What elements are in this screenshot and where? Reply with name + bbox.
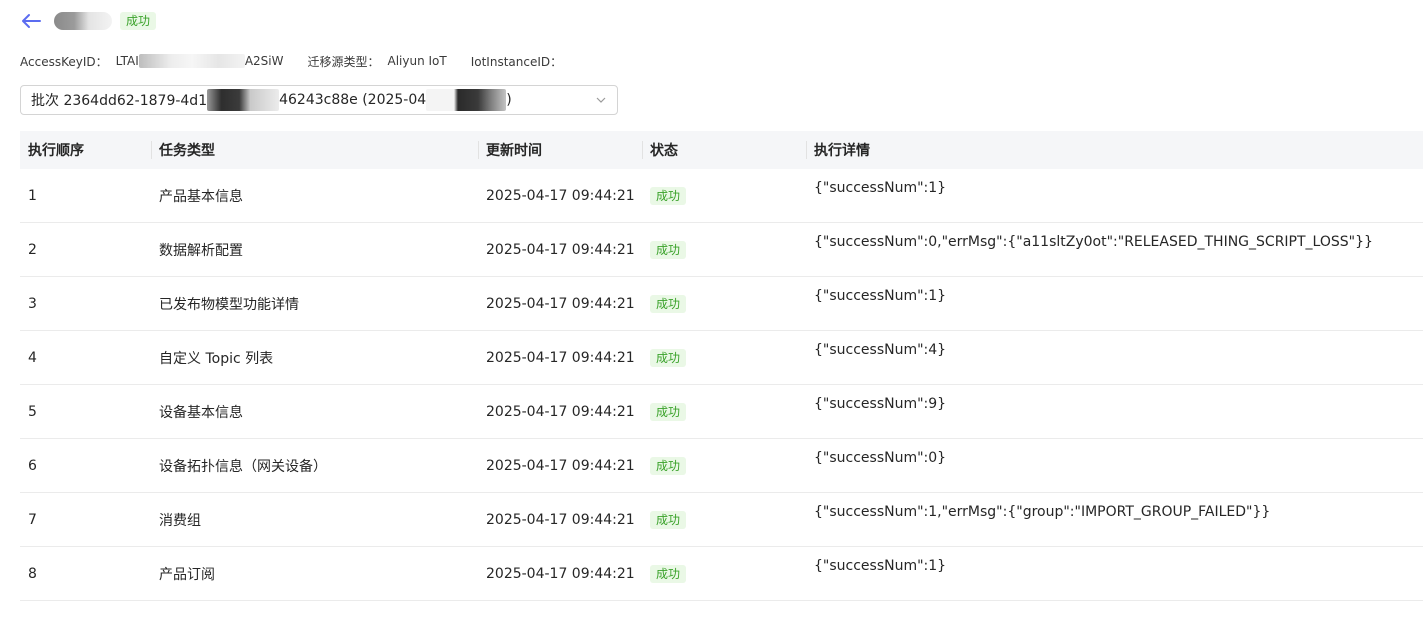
cell-order: 4: [28, 349, 37, 366]
cell-detail: {"successNum":1}: [814, 558, 947, 574]
cell-task-type: 设备基本信息: [159, 404, 243, 421]
status-badge: 成功: [650, 510, 687, 529]
cell-task-type: 数据解析配置: [159, 242, 243, 259]
cell-order: 1: [28, 187, 37, 204]
cell-update-time: 2025-04-17 09:44:21: [486, 349, 635, 366]
cell-status: 成功: [642, 439, 806, 492]
cell-detail: {"successNum":9}: [814, 396, 947, 412]
redacted-page-title: [54, 12, 112, 30]
table-row: 5 设备基本信息 2025-04-17 09:44:21 成功 {"succes…: [20, 385, 1423, 439]
status-badge: 成功: [650, 456, 687, 475]
access-key-value: LTAI A2SiW: [115, 53, 284, 69]
cell-status: 成功: [642, 169, 806, 222]
table-row: 2 数据解析配置 2025-04-17 09:44:21 成功 {"succes…: [20, 223, 1423, 277]
cell-update-time: 2025-04-17 09:44:21: [486, 187, 635, 204]
cell-update-time: 2025-04-17 09:44:21: [486, 457, 635, 474]
cell-task-type: 消费组: [159, 512, 201, 529]
cell-detail: {"successNum":4}: [814, 342, 947, 358]
chevron-down-icon: [596, 97, 606, 103]
page-header: 成功: [20, 8, 157, 34]
batch-select-middle: 46243c88e (2025-04: [279, 92, 427, 108]
cell-status: 成功: [642, 277, 806, 330]
status-badge: 成功: [650, 564, 687, 583]
cell-detail: {"successNum":0,"errMsg":{"a11sltZy0ot":…: [814, 234, 1373, 250]
cell-status: 成功: [642, 223, 806, 276]
cell-status: 成功: [642, 385, 806, 438]
batch-select-prefix: 批次 2364dd62-1879-4d1: [31, 93, 208, 109]
status-badge: 成功: [650, 186, 687, 205]
cell-task-type: 产品订阅: [159, 566, 215, 583]
cell-order: 8: [28, 565, 37, 582]
redacted-batch-time: [426, 89, 507, 111]
cell-update-time: 2025-04-17 09:44:21: [486, 565, 635, 582]
cell-order: 2: [28, 241, 37, 258]
cell-task-type: 已发布物模型功能详情: [159, 296, 299, 313]
cell-detail: {"successNum":1}: [814, 180, 947, 196]
cell-order: 7: [28, 511, 37, 528]
cell-detail: {"successNum":1,"errMsg":{"group":"IMPOR…: [814, 504, 1271, 520]
column-header-detail: 执行详情: [806, 131, 1423, 169]
table-row: 3 已发布物模型功能详情 2025-04-17 09:44:21 成功 {"su…: [20, 277, 1423, 331]
iot-instance-label: IotInstanceID：: [470, 54, 563, 69]
cell-detail: {"successNum":1}: [814, 288, 947, 304]
cell-status: 成功: [642, 331, 806, 384]
cell-update-time: 2025-04-17 09:44:21: [486, 295, 635, 312]
table-body: 1 产品基本信息 2025-04-17 09:44:21 成功 {"succes…: [20, 169, 1423, 601]
status-badge: 成功: [650, 294, 687, 313]
source-type-value: Aliyun IoT: [387, 54, 447, 68]
migration-task-table: 执行顺序 任务类型 更新时间 状态 执行详情 1 产品基本信息 2025-04-…: [20, 131, 1423, 601]
cell-update-time: 2025-04-17 09:44:21: [486, 511, 635, 528]
status-badge: 成功: [650, 348, 687, 367]
status-badge: 成功: [650, 240, 687, 259]
cell-status: 成功: [642, 493, 806, 546]
column-header-status: 状态: [642, 131, 806, 169]
table-row: 7 消费组 2025-04-17 09:44:21 成功 {"successNu…: [20, 493, 1423, 547]
cell-detail: {"successNum":0}: [814, 450, 947, 466]
cell-update-time: 2025-04-17 09:44:21: [486, 403, 635, 420]
column-header-order: 执行顺序: [28, 143, 84, 159]
cell-order: 3: [28, 295, 37, 312]
cell-task-type: 设备拓扑信息（网关设备）: [159, 458, 327, 475]
redacted-batch-id: [207, 89, 280, 111]
column-header-task-type: 任务类型: [151, 131, 478, 169]
batch-select-suffix: ): [506, 92, 512, 108]
access-key-label: AccessKeyID：: [20, 54, 108, 69]
cell-status: 成功: [642, 547, 806, 600]
column-header-update-time: 更新时间: [478, 131, 642, 169]
status-badge: 成功: [650, 402, 687, 421]
source-type-label: 迁移源类型：: [307, 54, 380, 69]
redacted-access-key: [138, 54, 245, 69]
cell-task-type: 自定义 Topic 列表: [159, 350, 274, 367]
table-header: 执行顺序 任务类型 更新时间 状态 执行详情: [20, 131, 1423, 169]
table-row: 8 产品订阅 2025-04-17 09:44:21 成功 {"successN…: [20, 547, 1423, 601]
table-row: 4 自定义 Topic 列表 2025-04-17 09:44:21 成功 {"…: [20, 331, 1423, 385]
batch-select[interactable]: 批次 2364dd62-1879-4d1 46243c88e (2025-04 …: [20, 85, 618, 115]
table-row: 6 设备拓扑信息（网关设备） 2025-04-17 09:44:21 成功 {"…: [20, 439, 1423, 493]
cell-update-time: 2025-04-17 09:44:21: [486, 241, 635, 258]
cell-task-type: 产品基本信息: [159, 188, 243, 205]
meta-info: AccessKeyID： LTAI A2SiW 迁移源类型： Aliyun IoT…: [20, 52, 570, 70]
cell-order: 6: [28, 457, 37, 474]
back-arrow-icon[interactable]: [20, 10, 42, 32]
cell-order: 5: [28, 403, 37, 420]
status-badge: 成功: [120, 12, 157, 30]
table-row: 1 产品基本信息 2025-04-17 09:44:21 成功 {"succes…: [20, 169, 1423, 223]
